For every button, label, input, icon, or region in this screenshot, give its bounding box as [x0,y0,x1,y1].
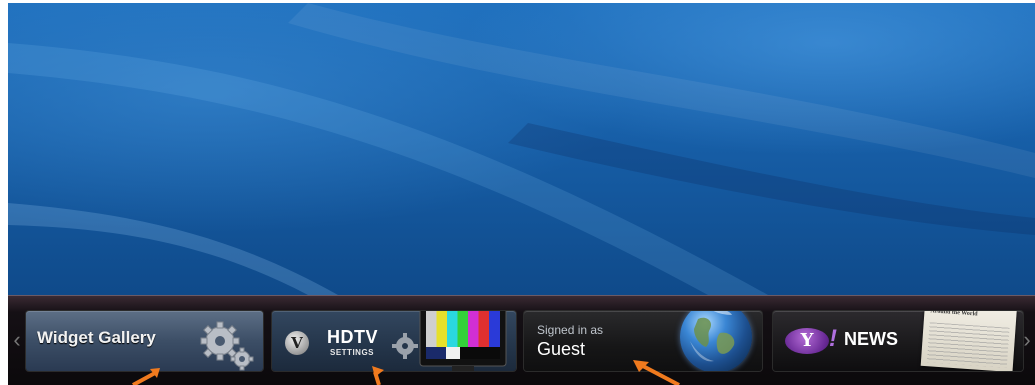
widget-gallery-tile[interactable]: Widget Gallery [26,311,263,371]
dock-scroll-left-button[interactable]: ‹ [10,320,24,360]
settings-gear-icon [392,333,418,359]
callout-arrow-signin [633,360,680,385]
callout-arrow-gallery [132,368,160,385]
hdtv-label: HDTV [327,327,378,347]
newspaper-text-lines [926,322,1010,368]
yahoo-exclamation-icon: ! [829,325,837,352]
newspaper-icon: Breaking News Items from Around the Worl… [920,311,1018,371]
yahoo-news-tile[interactable]: Y ! NEWS Breaking News Items from Around… [773,311,1023,371]
hdtv-settings-sublabel: SETTINGS [330,348,375,357]
yahoo-logo-icon: Y [785,328,829,354]
dock-scroll-right-button[interactable]: › [1020,320,1034,360]
signed-in-username: Guest [537,339,586,359]
desktop-wallpaper [8,3,1035,295]
callout-arrow-hdtv [372,366,384,385]
widget-dock: ‹ Widget Gallery V HDTV SETTINGS Signed … [8,295,1035,385]
gears-icon [200,321,254,371]
newspaper-headline: Breaking News Items from Around the Worl… [930,311,999,318]
tv-screen: ‹ Widget Gallery V HDTV SETTINGS Signed … [8,3,1035,385]
hdtv-settings-tile[interactable]: V HDTV SETTINGS [272,311,516,371]
globe-icon [680,311,752,371]
signed-in-caption: Signed in as [537,323,604,337]
vizio-v-logo-icon: V [285,331,309,355]
widget-gallery-label: Widget Gallery [37,328,156,347]
wallpaper-swooshes [8,3,1035,295]
news-label: NEWS [844,329,898,349]
tv-color-bars-icon [419,311,507,371]
